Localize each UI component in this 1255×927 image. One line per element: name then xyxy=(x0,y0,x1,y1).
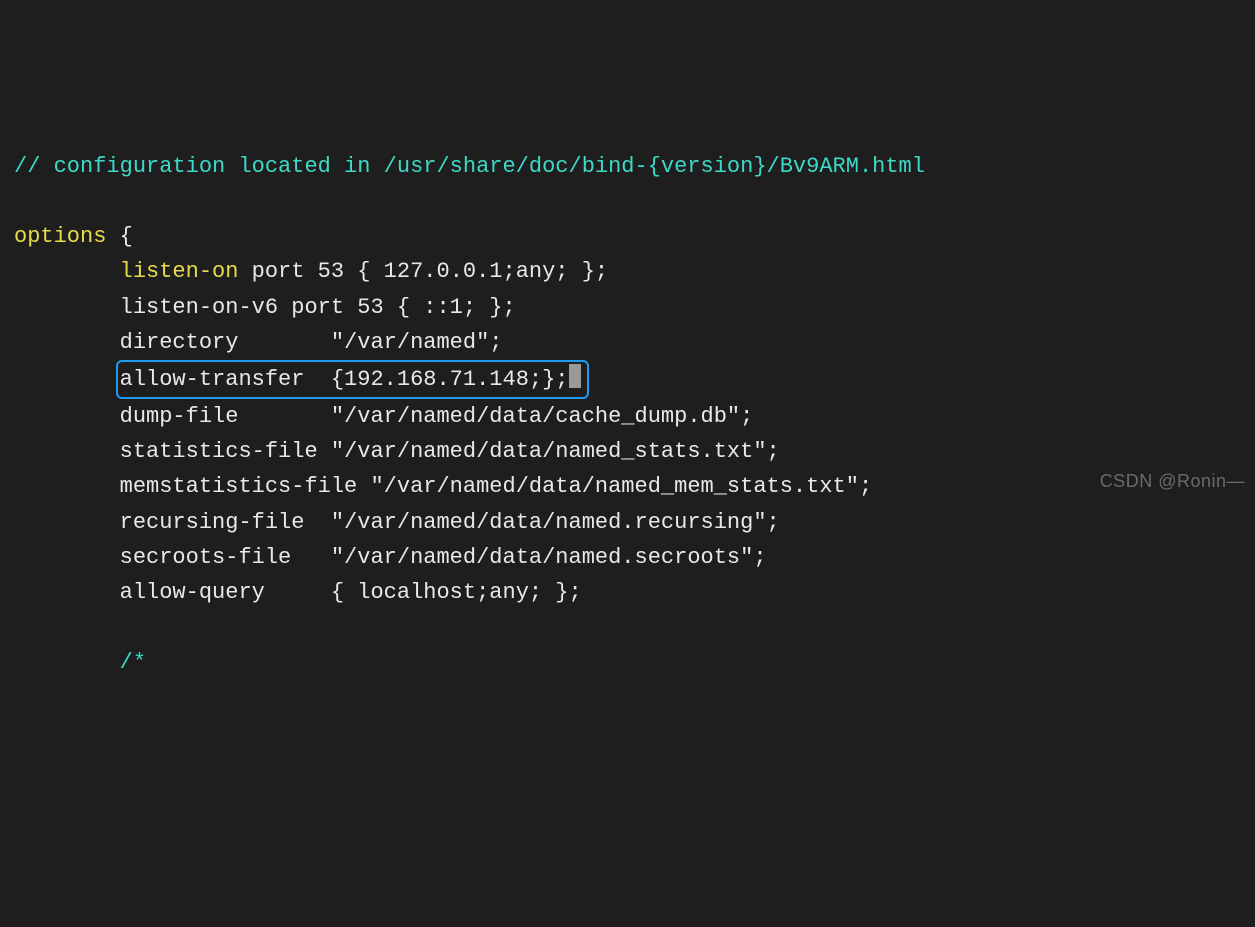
cursor xyxy=(569,364,581,388)
listen-on-keyword: listen-on xyxy=(120,259,239,284)
directory-line: directory "/var/named"; xyxy=(120,330,503,355)
indent xyxy=(14,404,120,429)
secroots-file-line: secroots-file "/var/named/data/named.sec… xyxy=(120,545,767,570)
indent xyxy=(14,510,120,535)
indent xyxy=(14,545,120,570)
listen-on-rest: port 53 { 127.0.0.1;any; }; xyxy=(238,259,608,284)
listen-on-v6-line: listen-on-v6 port 53 { ::1; }; xyxy=(120,295,516,320)
indent xyxy=(14,474,120,499)
comment-line: // configuration located in /usr/share/d… xyxy=(14,154,925,179)
memstatistics-file-line: memstatistics-file "/var/named/data/name… xyxy=(120,474,873,499)
statistics-file-line: statistics-file "/var/named/data/named_s… xyxy=(120,439,780,464)
comment-start: /* xyxy=(120,650,146,675)
watermark: CSDN @Ronin— xyxy=(1100,467,1245,496)
options-keyword: options xyxy=(14,224,106,249)
indent xyxy=(14,330,120,355)
indent xyxy=(14,650,120,675)
dump-file-line: dump-file "/var/named/data/cache_dump.db… xyxy=(120,404,754,429)
code-block: // configuration located in /usr/share/d… xyxy=(14,149,1241,681)
indent xyxy=(14,580,120,605)
allow-query-line: allow-query { localhost;any; }; xyxy=(120,580,582,605)
indent xyxy=(14,259,120,284)
indent xyxy=(14,439,120,464)
highlight-box: allow-transfer {192.168.71.148;}; xyxy=(116,360,589,399)
brace-open: { xyxy=(106,224,132,249)
indent xyxy=(14,295,120,320)
allow-transfer-line: allow-transfer {192.168.71.148;}; xyxy=(120,367,569,392)
recursing-file-line: recursing-file "/var/named/data/named.re… xyxy=(120,510,780,535)
indent xyxy=(14,367,120,392)
